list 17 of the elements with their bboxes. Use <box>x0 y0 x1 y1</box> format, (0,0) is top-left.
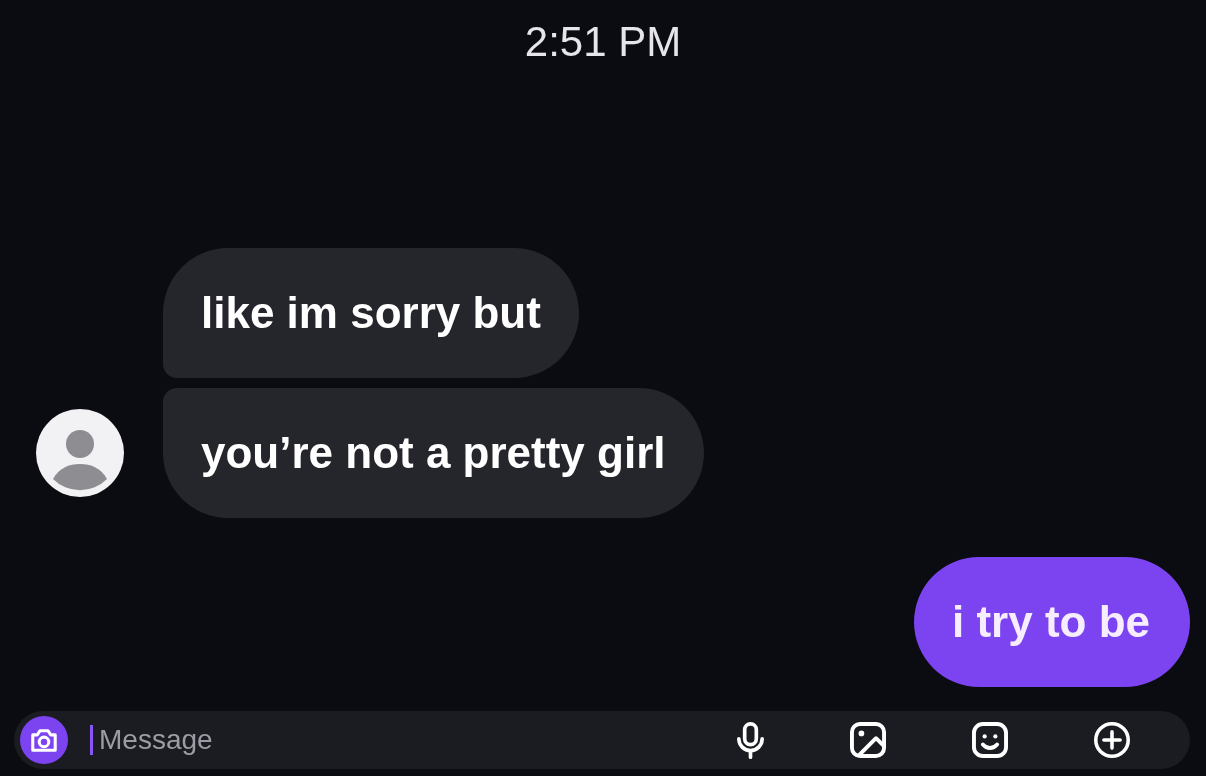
add-button[interactable] <box>1094 722 1130 758</box>
plus-circle-icon <box>1094 722 1130 758</box>
text-cursor <box>90 725 93 755</box>
sticker-icon <box>972 722 1008 758</box>
message-bubble: i try to be <box>913 557 1190 687</box>
camera-icon <box>31 728 57 752</box>
camera-button[interactable] <box>20 716 68 764</box>
message-bubble: like im sorry but <box>163 248 579 378</box>
timestamp: 2:51 PM <box>524 17 682 66</box>
image-icon <box>850 722 886 758</box>
sticker-button[interactable] <box>972 722 1008 758</box>
microphone-icon <box>737 721 764 759</box>
message-bubble: you’re not a pretty girl <box>163 388 704 518</box>
microphone-button[interactable] <box>737 721 764 759</box>
message-input[interactable]: Message <box>93 720 737 760</box>
image-button[interactable] <box>850 722 886 758</box>
composer-bar[interactable]: Message <box>14 711 1190 769</box>
